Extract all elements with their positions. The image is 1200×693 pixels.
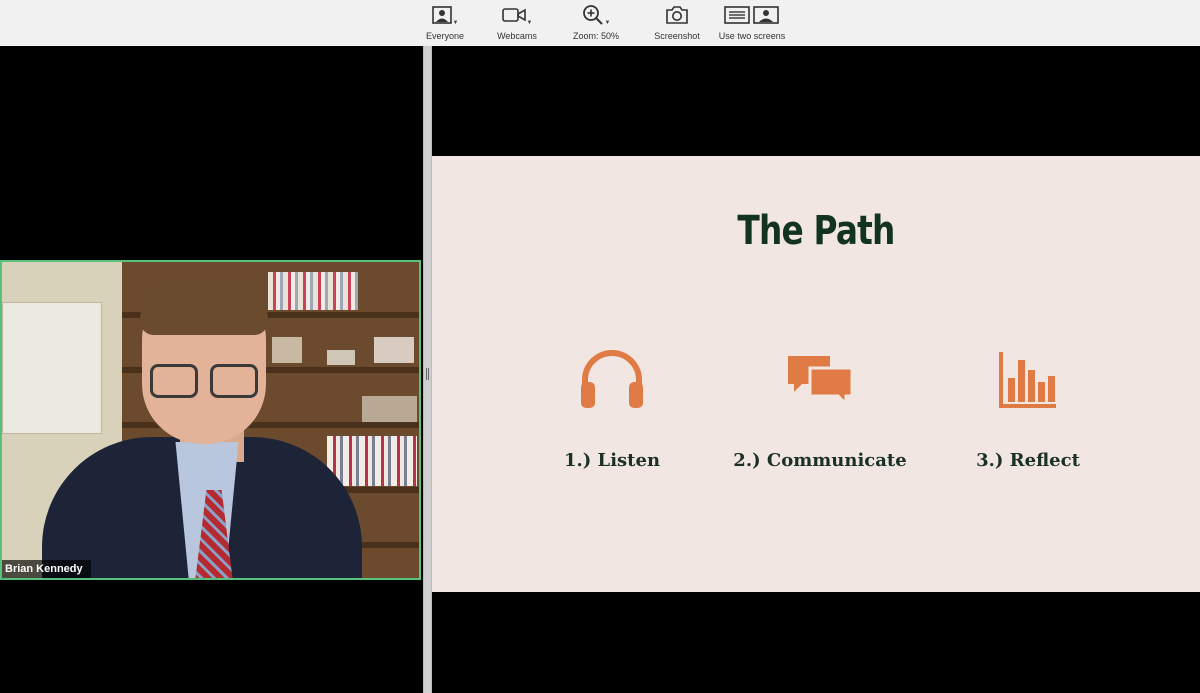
use-two-screens-label: Use two screens xyxy=(718,31,786,41)
participant-name-tag: Brian Kennedy xyxy=(2,560,91,578)
chevron-down-icon: ▼ xyxy=(526,20,533,26)
chevron-down-icon: ▼ xyxy=(604,20,611,26)
chevron-down-icon: ▼ xyxy=(452,20,459,26)
participant-video-tile[interactable]: Brian Kennedy xyxy=(0,260,421,580)
step-label: 3.) Reflect xyxy=(976,450,1080,471)
video-background-whiteboard xyxy=(2,302,102,434)
person-frame-icon xyxy=(431,5,452,29)
slide-title: The Path xyxy=(737,208,895,254)
camera-icon xyxy=(665,5,689,30)
speech-bubbles-icon xyxy=(786,352,854,413)
screenshot-button[interactable]: Screenshot xyxy=(650,4,704,44)
screen-share-pane: The Path 1.) Listen 2.) Communicate 3.) … xyxy=(432,46,1200,693)
step-communicate: 2.) Communicate xyxy=(710,350,930,471)
everyone-button[interactable]: ▼ Everyone xyxy=(425,4,465,44)
webcams-button[interactable]: ▼ Webcams xyxy=(494,4,540,44)
bar-chart-icon xyxy=(998,350,1058,415)
resize-grip-icon[interactable] xyxy=(426,368,430,380)
zoom-label: Zoom: 50% xyxy=(572,31,620,41)
zoom-in-icon xyxy=(582,4,604,31)
webcam-pane: Brian Kennedy xyxy=(0,46,423,693)
webcams-label: Webcams xyxy=(497,31,537,41)
two-screens-icon xyxy=(724,5,780,29)
zoom-button[interactable]: ▼ Zoom: 50% xyxy=(568,4,624,44)
screenshot-label: Screenshot xyxy=(654,31,700,41)
everyone-label: Everyone xyxy=(425,31,465,41)
participant-glasses xyxy=(148,364,260,398)
step-reflect: 3.) Reflect xyxy=(918,350,1138,471)
step-label: 1.) Listen xyxy=(563,450,661,471)
step-label: 2.) Communicate xyxy=(733,450,907,471)
use-two-screens-button[interactable]: Use two screens xyxy=(714,4,790,44)
headphones-icon xyxy=(579,349,645,415)
pane-resize-divider[interactable] xyxy=(423,46,432,693)
step-listen: 1.) Listen xyxy=(502,349,722,471)
viewer-toolbar: ▼ Everyone ▼ Webcams ▼ Zoom: 50% Screens… xyxy=(0,0,1200,47)
presentation-slide: The Path 1.) Listen 2.) Communicate 3.) … xyxy=(432,156,1200,592)
video-camera-icon xyxy=(501,7,526,28)
